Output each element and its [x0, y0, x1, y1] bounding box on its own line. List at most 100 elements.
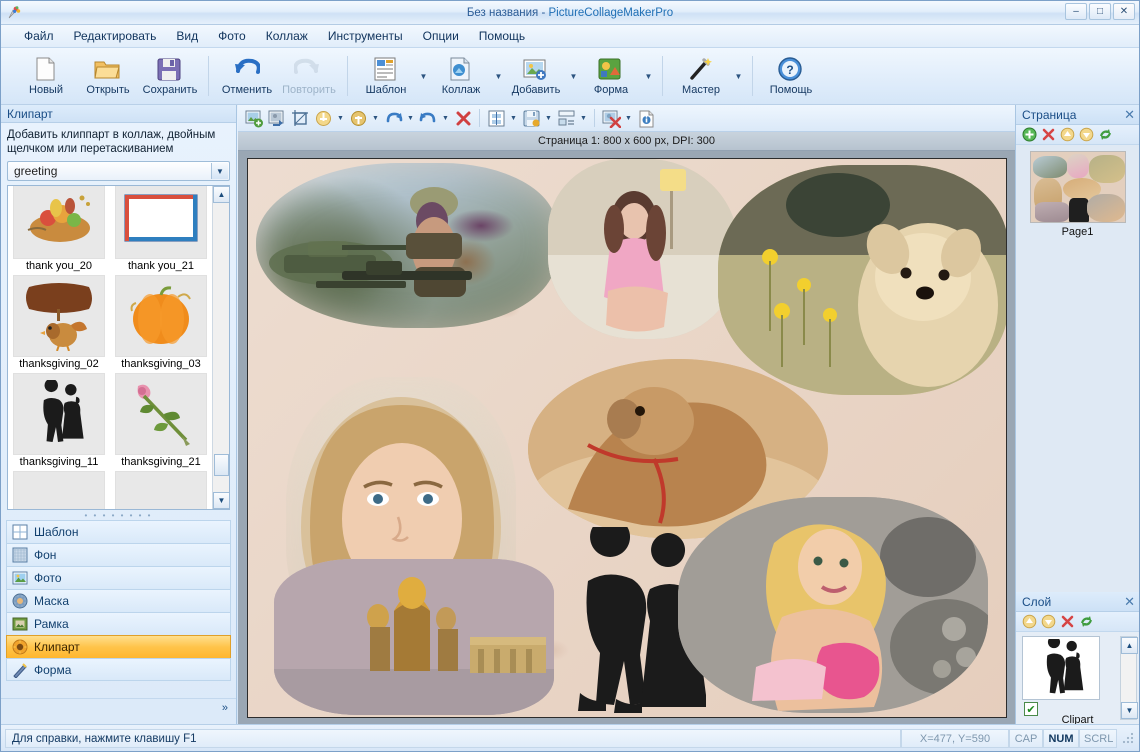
chevron-down-icon[interactable]: ▼ [642, 52, 655, 100]
clipart-scrollbar[interactable]: ▲ ▼ [212, 186, 229, 509]
close-button[interactable]: ✕ [1113, 3, 1135, 20]
replace-photo-icon[interactable] [266, 107, 288, 129]
toolbar-button-коллаж[interactable]: Коллаж [430, 52, 492, 102]
chevron-down-icon[interactable]: ▼ [440, 107, 451, 129]
layer-scroll-up-button[interactable]: ▲ [1121, 637, 1138, 654]
panel-resize-grip[interactable]: • • • • • • • • [1, 510, 236, 520]
clipart-item[interactable]: valentine's day_17 [8, 470, 110, 509]
crop-icon[interactable] [289, 107, 311, 129]
photo-church-stpetersburg[interactable] [273, 559, 554, 715]
chevron-down-icon[interactable]: ▼ [405, 107, 416, 129]
scroll-up-button[interactable]: ▲ [213, 186, 229, 203]
clipart-thumbnail[interactable] [13, 275, 105, 357]
scrollbar-thumb[interactable] [214, 454, 229, 476]
clipart-thumbnail[interactable] [13, 373, 105, 455]
remove-background-icon[interactable] [600, 107, 622, 129]
close-icon[interactable]: ✕ [1124, 107, 1135, 123]
clipart-thumbnail[interactable] [13, 186, 105, 259]
layer-up-icon[interactable] [1021, 614, 1037, 630]
clipart-item[interactable]: thanksgiving_03 [110, 274, 212, 372]
chevron-down-icon[interactable]: ▼ [508, 107, 519, 129]
clipart-item[interactable]: thank you_20 [8, 186, 110, 274]
canvas-viewport[interactable] [238, 151, 1015, 724]
align-vertical-icon[interactable] [485, 107, 507, 129]
toolbar-button-мастер[interactable]: Мастер [670, 52, 732, 102]
sidebar-item-3[interactable]: Маска [6, 589, 231, 612]
clipart-category-select[interactable]: greeting ▼ [7, 161, 230, 181]
distribute-icon[interactable] [555, 107, 577, 129]
brightness-down-icon[interactable] [347, 107, 369, 129]
refresh-page-icon[interactable] [1097, 127, 1113, 143]
menu-item-3[interactable]: Фото [209, 26, 255, 46]
sidebar-item-4[interactable]: Рамка [6, 612, 231, 635]
photo-dog-flowers[interactable] [717, 165, 1006, 395]
chevron-down-icon[interactable]: ▼ [211, 163, 228, 179]
clipart-item[interactable]: valentine's day_18 [110, 470, 212, 509]
rotate-left-icon[interactable] [417, 107, 439, 129]
move-down-page-icon[interactable] [1078, 127, 1094, 143]
clipart-thumbnail[interactable] [115, 186, 207, 259]
expand-panel-button[interactable]: » [222, 702, 228, 714]
clipart-thumbnail[interactable] [115, 373, 207, 455]
rotate-right-icon[interactable] [382, 107, 404, 129]
sidebar-item-5[interactable]: Клипарт [6, 635, 231, 658]
toolbar-button-добавить[interactable]: Добавить [505, 52, 567, 102]
clipart-item[interactable]: thanksgiving_02 [8, 274, 110, 372]
photo-soldier-tank[interactable] [255, 163, 556, 328]
menu-item-6[interactable]: Опции [414, 26, 468, 46]
toolbar-button-открыть[interactable]: Открыть [77, 52, 139, 102]
save-layout-icon[interactable] [520, 107, 542, 129]
delete-icon[interactable] [452, 107, 474, 129]
collage-canvas[interactable] [246, 158, 1007, 718]
clipart-thumbnail[interactable] [115, 471, 207, 509]
chevron-down-icon[interactable]: ▼ [417, 52, 430, 100]
maximize-button[interactable]: □ [1089, 3, 1111, 20]
clipart-item[interactable]: thanksgiving_11 [8, 372, 110, 470]
photo-girl-pink-room[interactable] [547, 159, 738, 339]
chevron-down-icon[interactable]: ▼ [732, 52, 745, 100]
menu-item-7[interactable]: Помощь [470, 26, 534, 46]
toolbar-button-форма[interactable]: Форма [580, 52, 642, 102]
info-icon[interactable] [635, 107, 657, 129]
clipart-item[interactable]: thank you_21 [110, 186, 212, 274]
add-photo-icon[interactable] [243, 107, 265, 129]
chevron-down-icon[interactable]: ▼ [578, 107, 589, 129]
scroll-down-button[interactable]: ▼ [213, 492, 229, 509]
page-thumbnail[interactable] [1029, 151, 1126, 223]
refresh-layer-icon[interactable] [1078, 614, 1094, 630]
resize-grip[interactable] [1120, 730, 1136, 746]
sidebar-item-0[interactable]: Шаблон [6, 520, 231, 543]
chevron-down-icon[interactable]: ▼ [335, 107, 346, 129]
menu-item-1[interactable]: Редактировать [65, 26, 166, 46]
layer-visibility-checkbox[interactable]: ✔ [1024, 702, 1038, 716]
toolbar-button-помощь[interactable]: ? Помощь [760, 52, 822, 102]
toolbar-button-сохранить[interactable]: Сохранить [139, 52, 201, 102]
toolbar-button-отменить[interactable]: Отменить [216, 52, 278, 102]
menu-item-2[interactable]: Вид [167, 26, 207, 46]
layer-scrollbar[interactable]: ▲ ▼ [1120, 636, 1138, 720]
chevron-down-icon[interactable]: ▼ [370, 107, 381, 129]
toolbar-button-шаблон[interactable]: Шаблон [355, 52, 417, 102]
add-page-icon[interactable] [1021, 127, 1037, 143]
clipart-thumbnail[interactable] [13, 471, 105, 509]
move-up-page-icon[interactable] [1059, 127, 1075, 143]
chevron-down-icon[interactable]: ▼ [543, 107, 554, 129]
sidebar-item-6[interactable]: Форма [6, 658, 231, 681]
menu-item-4[interactable]: Коллаж [257, 26, 317, 46]
toolbar-button-новый[interactable]: Новый [15, 52, 77, 102]
delete-layer-icon[interactable] [1059, 614, 1075, 630]
clipart-thumbnail[interactable] [115, 275, 207, 357]
chevron-down-icon[interactable]: ▼ [567, 52, 580, 100]
photo-blonde-bikini[interactable] [677, 497, 988, 713]
chevron-down-icon[interactable]: ▼ [492, 52, 505, 100]
clipart-item[interactable]: thanksgiving_21 [110, 372, 212, 470]
sidebar-item-1[interactable]: Фон [6, 543, 231, 566]
sidebar-item-2[interactable]: Фото [6, 566, 231, 589]
chevron-down-icon[interactable]: ▼ [623, 107, 634, 129]
brightness-up-icon[interactable] [312, 107, 334, 129]
minimize-button[interactable]: – [1065, 3, 1087, 20]
menu-item-0[interactable]: Файл [15, 26, 63, 46]
layer-item-clipart[interactable] [1022, 636, 1100, 700]
close-icon[interactable]: ✕ [1124, 594, 1135, 610]
layer-down-icon[interactable] [1040, 614, 1056, 630]
